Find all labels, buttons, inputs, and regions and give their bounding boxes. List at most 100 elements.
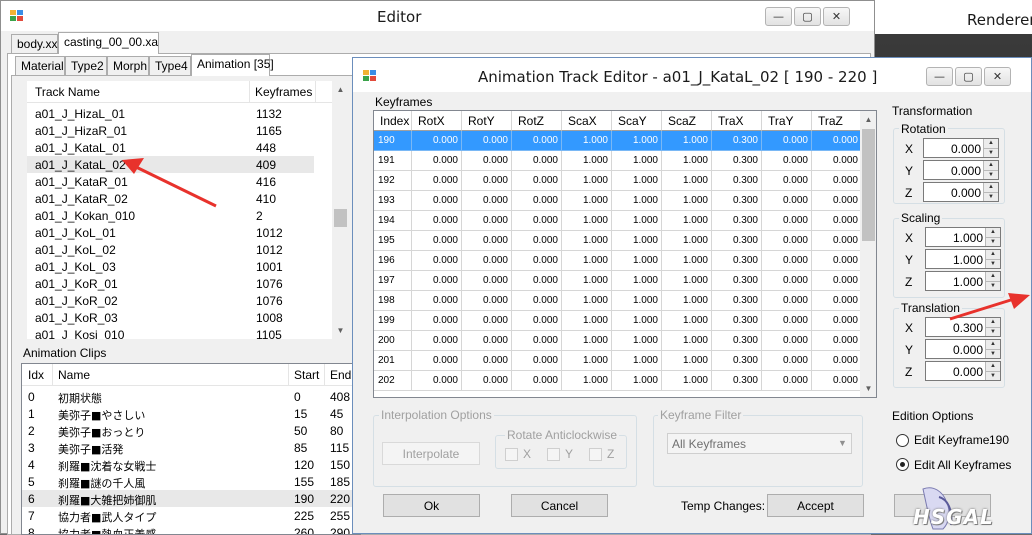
- spin-down-icon[interactable]: ▼: [985, 237, 1000, 246]
- clip-row[interactable]: 2 美弥子■おっとり 50 80: [22, 422, 360, 439]
- grid-cell[interactable]: 1.000: [662, 291, 712, 311]
- grid-cell[interactable]: 0.000: [812, 371, 862, 391]
- keyframe-grid[interactable]: Index RotX RotY RotZ ScaX ScaY ScaZ TraX TraY Tra…: [373, 110, 877, 398]
- rotate-y-checkbox[interactable]: [547, 448, 560, 461]
- grid-cell[interactable]: 0.000: [812, 151, 862, 171]
- grid-cell[interactable]: 1.000: [562, 271, 612, 291]
- spin-up-icon[interactable]: ▲: [985, 362, 1000, 371]
- grid-cell[interactable]: 0.000: [462, 251, 512, 271]
- grid-cell[interactable]: 1.000: [662, 151, 712, 171]
- grid-col-scay[interactable]: ScaY: [612, 111, 662, 131]
- clip-list[interactable]: Idx Name Start End 0 初期状態 0 408 1 美弥子■やさしい 15 4…: [21, 363, 361, 535]
- grid-cell[interactable]: 1.000: [612, 291, 662, 311]
- tab-material[interactable]: Material: [15, 56, 65, 76]
- track-row[interactable]: a01_J_KoL_02 1012: [27, 241, 314, 258]
- tab-type4[interactable]: Type4: [149, 56, 191, 76]
- maximize-icon[interactable]: ▢: [794, 7, 821, 26]
- grid-cell[interactable]: 0.000: [462, 291, 512, 311]
- grid-cell[interactable]: 1.000: [562, 191, 612, 211]
- grid-cell[interactable]: 1.000: [612, 151, 662, 171]
- grid-cell[interactable]: 0.000: [462, 211, 512, 231]
- edit-keyframe-radio[interactable]: [896, 434, 909, 447]
- tab-morph[interactable]: Morph: [107, 56, 149, 76]
- grid-col-rotz[interactable]: RotZ: [512, 111, 562, 131]
- rotate-z-checkbox[interactable]: [589, 448, 602, 461]
- rotate-x-checkbox[interactable]: [505, 448, 518, 461]
- scroll-up-icon[interactable]: ▲: [332, 81, 349, 98]
- grid-cell[interactable]: 1.000: [612, 231, 662, 251]
- grid-col-trax[interactable]: TraX: [712, 111, 762, 131]
- grid-cell[interactable]: 1.000: [612, 251, 662, 271]
- spin-down-icon[interactable]: ▼: [983, 170, 998, 179]
- grid-cell[interactable]: 0.000: [412, 171, 462, 191]
- clip-row[interactable]: 0 初期状態 0 408: [22, 388, 360, 405]
- spin-up-icon[interactable]: ▲: [985, 228, 1000, 237]
- grid-cell[interactable]: 0.000: [512, 291, 562, 311]
- grid-cell[interactable]: 1.000: [662, 251, 712, 271]
- grid-cell[interactable]: 0.000: [462, 331, 512, 351]
- track-list[interactable]: Track Name Keyframes a01_J_HizaL_01 1132 a…: [27, 81, 349, 339]
- grid-cell[interactable]: 1.000: [562, 251, 612, 271]
- grid-cell[interactable]: 193: [374, 191, 412, 211]
- grid-cell[interactable]: 0.300: [712, 371, 762, 391]
- grid-scroll-up-icon[interactable]: ▲: [860, 111, 876, 128]
- rotation-y-input[interactable]: 0.000 ▲ ▼: [923, 160, 999, 180]
- grid-cell[interactable]: 0.000: [512, 251, 562, 271]
- grid-cell[interactable]: 0.000: [512, 351, 562, 371]
- grid-cell[interactable]: 0.000: [762, 131, 812, 151]
- clip-row[interactable]: 1 美弥子■やさしい 15 45: [22, 405, 360, 422]
- grid-cell[interactable]: 0.300: [712, 171, 762, 191]
- grid-cell[interactable]: 0.000: [412, 151, 462, 171]
- track-editor-close-icon[interactable]: ✕: [984, 67, 1011, 86]
- scroll-down-icon[interactable]: ▼: [332, 322, 349, 339]
- track-row[interactable]: a01_J_KoR_02 1076: [27, 292, 314, 309]
- grid-cell[interactable]: 0.000: [462, 171, 512, 191]
- grid-col-tray[interactable]: TraY: [762, 111, 812, 131]
- track-row[interactable]: a01_J_Kosi_010 1105: [27, 326, 314, 339]
- clip-row[interactable]: 5 刹羅■謎の千人風 155 185: [22, 473, 360, 490]
- grid-cell[interactable]: 0.000: [812, 211, 862, 231]
- grid-cell[interactable]: 1.000: [662, 191, 712, 211]
- grid-cell[interactable]: 0.000: [762, 371, 812, 391]
- tab-body-xx[interactable]: body.xx: [11, 34, 58, 54]
- grid-cell[interactable]: 0.300: [712, 271, 762, 291]
- track-row[interactable]: a01_J_KoL_03 1001: [27, 258, 314, 275]
- scrollbar-thumb[interactable]: [334, 209, 347, 227]
- grid-cell[interactable]: 0.000: [762, 331, 812, 351]
- grid-cell[interactable]: 0.300: [712, 151, 762, 171]
- grid-cell[interactable]: 0.000: [812, 191, 862, 211]
- tab-casting-xa[interactable]: casting_00_00.xa: [58, 32, 159, 54]
- clip-row[interactable]: 6 刹羅■大雑把姉御肌 190 220: [22, 490, 360, 507]
- grid-cell[interactable]: 0.300: [712, 131, 762, 151]
- grid-cell[interactable]: 198: [374, 291, 412, 311]
- grid-cell[interactable]: 1.000: [562, 331, 612, 351]
- grid-cell[interactable]: 0.300: [712, 331, 762, 351]
- grid-col-scaz[interactable]: ScaZ: [662, 111, 712, 131]
- spin-up-icon[interactable]: ▲: [985, 340, 1000, 349]
- spin-down-icon[interactable]: ▼: [983, 148, 998, 157]
- grid-cell[interactable]: 0.000: [812, 231, 862, 251]
- track-row[interactable]: a01_J_KoR_03 1008: [27, 309, 314, 326]
- close-icon[interactable]: ✕: [823, 7, 850, 26]
- grid-cell[interactable]: 0.000: [512, 131, 562, 151]
- grid-cell[interactable]: 1.000: [662, 311, 712, 331]
- grid-cell[interactable]: 196: [374, 251, 412, 271]
- clip-row[interactable]: 4 刹羅■沈着な女戦士 120 150: [22, 456, 360, 473]
- grid-cell[interactable]: 1.000: [562, 351, 612, 371]
- spin-up-icon[interactable]: ▲: [983, 139, 998, 148]
- grid-cell[interactable]: 191: [374, 151, 412, 171]
- grid-col-traz[interactable]: TraZ: [812, 111, 862, 131]
- clip-row[interactable]: 8 協力者■熱血正義感 260 290: [22, 524, 360, 534]
- grid-scrollbar-thumb[interactable]: [862, 129, 875, 241]
- translation-z-input[interactable]: 0.000 ▲ ▼: [925, 361, 1001, 381]
- grid-cell[interactable]: 195: [374, 231, 412, 251]
- grid-cell[interactable]: 1.000: [562, 311, 612, 331]
- grid-cell[interactable]: 0.000: [762, 311, 812, 331]
- spin-down-icon[interactable]: ▼: [985, 349, 1000, 358]
- grid-cell[interactable]: 0.000: [512, 151, 562, 171]
- spin-down-icon[interactable]: ▼: [985, 327, 1000, 336]
- clip-row[interactable]: 7 協力者■武人タイプ 225 255: [22, 507, 360, 524]
- grid-cell[interactable]: 0.300: [712, 251, 762, 271]
- grid-cell[interactable]: 0.000: [512, 171, 562, 191]
- grid-cell[interactable]: 1.000: [662, 211, 712, 231]
